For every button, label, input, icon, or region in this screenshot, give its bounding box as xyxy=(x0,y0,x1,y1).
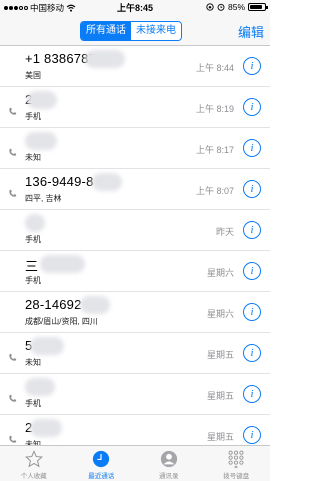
call-time: 星期五 xyxy=(206,391,234,401)
call-row[interactable]: 手机 星期五 i xyxy=(0,374,270,415)
redaction-blur xyxy=(30,337,64,355)
caller-detail: 未知 xyxy=(25,358,41,367)
recent-calls-list: +1 8386787美国上午 8:44i2手机上午 8:19i未知上午 8:17… xyxy=(0,46,270,456)
caller-detail: 手机 xyxy=(25,235,41,244)
redaction-blur xyxy=(92,173,122,191)
outgoing-call-icon xyxy=(9,148,17,156)
redaction-blur xyxy=(85,50,125,68)
status-bar: 中国移动 上午8:45 85% xyxy=(0,0,270,14)
caller-detail: 手机 xyxy=(25,112,41,121)
segment-missed-calls[interactable]: 未接来电 xyxy=(131,22,181,40)
info-icon[interactable]: i xyxy=(243,139,261,157)
navigation-bar: 所有通话 未接来电 编辑 xyxy=(0,14,270,46)
status-right: 85% xyxy=(206,2,268,12)
tab-contacts-label: 通讯录 xyxy=(159,473,179,480)
call-row[interactable]: 5 未知 星期五 i xyxy=(0,333,270,374)
call-filter-segmented-control: 所有通话 未接来电 xyxy=(80,21,182,41)
info-icon[interactable]: i xyxy=(243,426,261,444)
battery-icon xyxy=(248,3,268,11)
call-time: 上午 8:44 xyxy=(195,63,234,73)
caller-name: 三 xyxy=(25,259,39,274)
info-icon[interactable]: i xyxy=(243,303,261,321)
call-time: 上午 8:07 xyxy=(195,186,234,196)
tab-bar: 个人收藏 最近通话 通讯录 拨号键盘 xyxy=(0,445,270,481)
call-row[interactable]: +1 8386787 美国 上午 8:44 i xyxy=(0,46,270,87)
call-row[interactable]: 136-9449-8 四平, 吉林 上午 8:07 i xyxy=(0,169,270,210)
info-icon[interactable]: i xyxy=(243,385,261,403)
call-time: 上午 8:17 xyxy=(195,145,234,155)
call-time: 星期五 xyxy=(206,432,234,442)
redaction-blur xyxy=(80,296,110,314)
info-icon[interactable]: i xyxy=(243,262,261,280)
battery-percent: 85% xyxy=(227,2,245,12)
alarm-icon xyxy=(217,3,225,11)
call-time: 星期六 xyxy=(206,268,234,278)
redaction-blur xyxy=(25,214,45,232)
redaction-blur xyxy=(40,255,85,273)
outgoing-call-icon xyxy=(9,189,17,197)
call-row[interactable]: 2手机上午 8:19i xyxy=(0,87,270,128)
clock-icon xyxy=(93,450,110,468)
tab-contacts[interactable]: 通讯录 xyxy=(135,446,203,481)
tab-favorites-label: 个人收藏 xyxy=(20,473,47,480)
edit-button[interactable]: 编辑 xyxy=(238,22,264,41)
outgoing-call-icon xyxy=(9,435,17,443)
caller-name: 136-9449-8 xyxy=(25,174,94,189)
rotation-lock-icon xyxy=(206,3,214,11)
call-row[interactable]: 未知 上午 8:17 i xyxy=(0,128,270,169)
star-icon xyxy=(24,450,43,468)
info-icon[interactable]: i xyxy=(243,344,261,362)
redaction-blur xyxy=(30,419,62,437)
call-time: 上午 8:19 xyxy=(195,104,234,114)
info-icon[interactable]: i xyxy=(243,180,261,198)
keypad-icon xyxy=(228,450,244,468)
info-icon[interactable]: i xyxy=(243,98,261,116)
tab-keypad[interactable]: 拨号键盘 xyxy=(203,446,271,481)
caller-detail: 手机 xyxy=(25,276,41,285)
caller-detail: 成都/眉山/资阳, 四川 xyxy=(25,317,98,326)
outgoing-call-icon xyxy=(9,394,17,402)
segment-all-calls[interactable]: 所有通话 xyxy=(81,22,131,40)
contacts-icon xyxy=(160,450,177,468)
redaction-blur xyxy=(25,378,55,396)
tab-recents-label: 最近通话 xyxy=(88,473,115,480)
info-icon[interactable]: i xyxy=(243,221,261,239)
call-row[interactable]: 手机 昨天 i xyxy=(0,210,270,251)
info-icon[interactable]: i xyxy=(243,57,261,75)
caller-detail: 手机 xyxy=(25,399,41,408)
caller-detail: 美国 xyxy=(25,71,41,80)
caller-detail: 未知 xyxy=(25,153,41,162)
redaction-blur xyxy=(25,132,57,150)
tab-keypad-label: 拨号键盘 xyxy=(223,473,250,480)
call-time: 星期五 xyxy=(206,350,234,360)
tab-favorites[interactable]: 个人收藏 xyxy=(0,446,68,481)
call-time: 星期六 xyxy=(206,309,234,319)
tab-recents[interactable]: 最近通话 xyxy=(68,446,136,481)
call-time: 昨天 xyxy=(215,227,234,237)
call-row[interactable]: 28-14692 成都/眉山/资阳, 四川 星期六 i xyxy=(0,292,270,333)
outgoing-call-icon xyxy=(9,107,17,115)
redaction-blur xyxy=(27,91,57,109)
caller-detail: 四平, 吉林 xyxy=(25,194,62,203)
caller-name: 28-14692 xyxy=(25,297,82,312)
call-row[interactable]: 三手机 星期六 i xyxy=(0,251,270,292)
outgoing-call-icon xyxy=(9,353,17,361)
